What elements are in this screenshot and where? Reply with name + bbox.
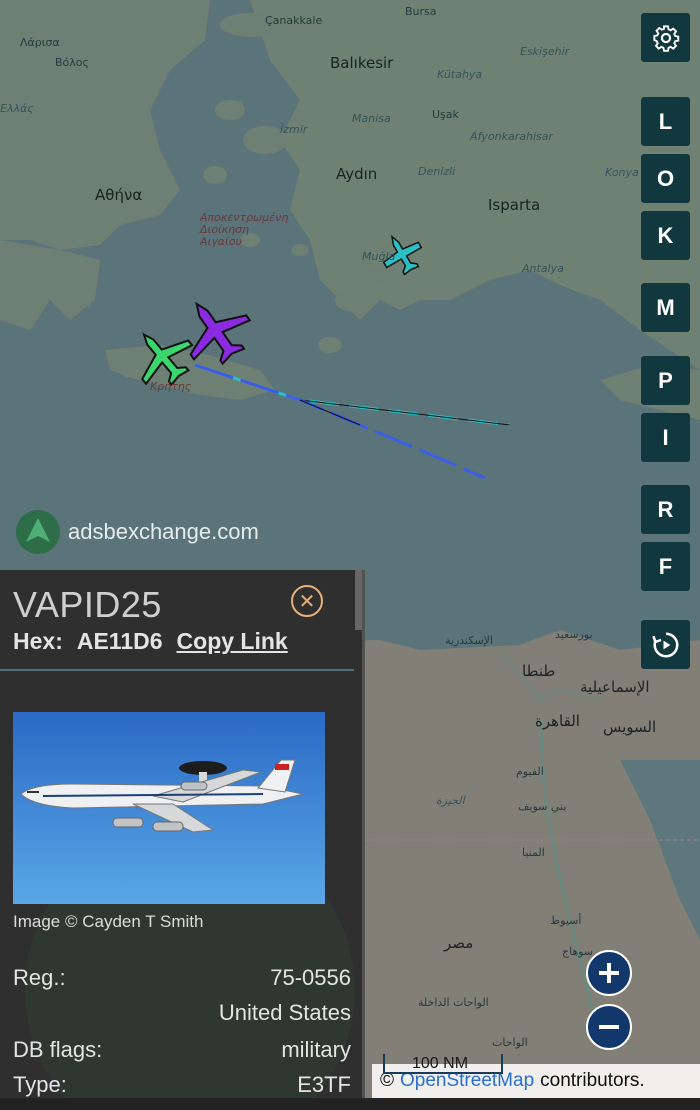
attribution-suffix: contributors. <box>540 1070 645 1091</box>
copy-link[interactable]: Copy Link <box>177 628 288 654</box>
aircraft-photo[interactable] <box>13 712 325 904</box>
bottom-bar <box>0 1098 700 1110</box>
panel-scroll-handle[interactable] <box>355 570 362 630</box>
map-label: Αποκεντρωμένη Διοίκηση Αιγαίου <box>200 211 289 248</box>
map-label: Κρήτης <box>150 380 192 393</box>
map-label: Uşak <box>432 108 459 121</box>
minus-icon <box>599 1025 619 1029</box>
map-label: الواحات <box>492 1036 528 1049</box>
map-label: المنيا <box>522 846 545 859</box>
toolbar-button-p[interactable]: P <box>641 356 690 405</box>
zoom-in-button[interactable] <box>586 950 632 996</box>
map-label: Balıkesir <box>330 54 394 72</box>
type-label: Type: <box>13 1072 67 1097</box>
map-label: Αθήνα <box>95 186 143 204</box>
map-label: Muğla <box>362 250 396 263</box>
replay-button[interactable] <box>641 620 690 669</box>
close-icon: ✕ <box>298 590 316 613</box>
hex-value: AE11D6 <box>76 628 163 654</box>
map-label: الجيزة <box>436 794 465 807</box>
toolbar-button-o[interactable]: O <box>641 154 690 203</box>
map-label: Antalya <box>522 262 564 275</box>
map-label: Λάρισα <box>20 36 60 49</box>
scale-label: 100 NM <box>412 1055 469 1072</box>
map-label: Denizli <box>418 165 456 178</box>
logo-text: adsbexchange.com <box>68 519 259 544</box>
adsbexchange-logo: adsbexchange.com <box>16 510 259 554</box>
toolbar-button-r[interactable]: R <box>641 485 690 534</box>
map-label: Manisa <box>352 112 391 125</box>
image-credit: Image © Cayden T Smith <box>13 912 204 931</box>
map-label: Kütahya <box>437 68 483 81</box>
map-label: مصر <box>444 934 474 952</box>
hex-row: Hex: AE11D6 Copy Link <box>13 628 288 655</box>
type-value: E3TF <box>297 1072 351 1097</box>
map-label: Afyonkarahisar <box>470 130 554 143</box>
map-label: Βόλος <box>55 56 89 69</box>
reg-value: 75-0556 <box>270 965 351 990</box>
hex-label: Hex: <box>13 628 63 654</box>
toolbar-button-k[interactable]: K <box>641 211 690 260</box>
map-label: Çanakkale <box>265 14 323 27</box>
toolbar-button-i[interactable]: I <box>641 413 690 462</box>
map-label: الفيوم <box>516 765 544 778</box>
map-label: Isparta <box>488 196 541 214</box>
map-label: Bursa <box>405 5 437 18</box>
map-label: الإسكندرية <box>445 634 493 647</box>
toolbar-button-f[interactable]: F <box>641 542 690 591</box>
map-label: Aydın <box>336 165 378 183</box>
map-label: الإسماعيلية <box>580 678 650 696</box>
reg-label: Reg.: <box>13 965 66 990</box>
logo-icon <box>16 510 60 554</box>
plus-icon <box>599 963 619 983</box>
settings-button[interactable] <box>641 13 690 62</box>
map-label: Eskişehir <box>520 45 570 58</box>
panel-divider <box>0 669 354 671</box>
map-label: Konya <box>605 166 639 179</box>
map-label: أسيوط <box>550 914 582 927</box>
replay-icon <box>651 632 678 657</box>
map-label: بورسعيد <box>555 628 593 641</box>
map-label: طنطا <box>522 662 556 680</box>
country-value: United States <box>218 1000 351 1025</box>
map-label: القاهرة <box>535 712 580 730</box>
toolbar-button-m[interactable]: M <box>641 283 690 332</box>
map-label: Ελλάς <box>0 102 34 115</box>
map-label: بني سويف <box>518 800 567 813</box>
close-panel-button[interactable]: ✕ <box>291 585 323 617</box>
map-label: سوهاج <box>562 945 594 958</box>
map-label: السويس <box>603 718 657 736</box>
aircraft-info-panel: VAPID25 ✕ Hex: AE11D6 Copy Link Image © … <box>0 570 365 1110</box>
map-label: İzmir <box>280 123 308 136</box>
callsign-title: VAPID25 <box>13 584 162 625</box>
toolbar-button-l[interactable]: L <box>641 97 690 146</box>
db-flags-value: military <box>281 1037 351 1062</box>
zoom-out-button[interactable] <box>586 1004 632 1050</box>
map-label: الواحات الداخلة <box>418 996 489 1009</box>
gear-icon <box>652 24 679 52</box>
db-flags-label: DB flags: <box>13 1037 103 1062</box>
